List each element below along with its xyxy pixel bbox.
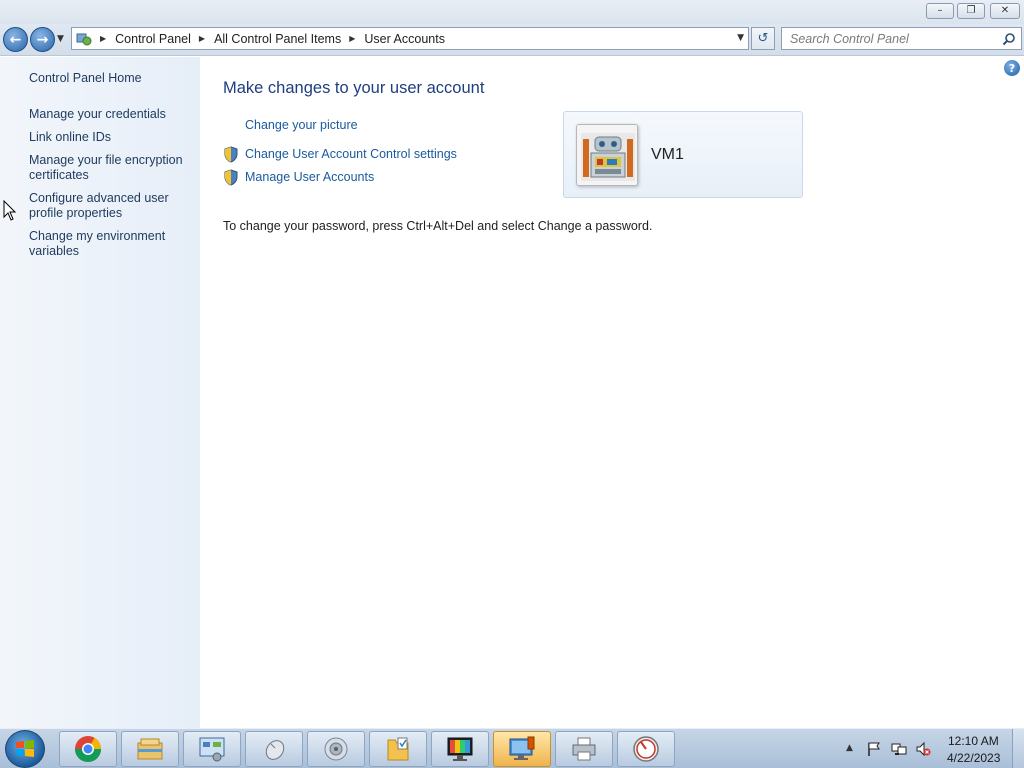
taskbar-control-panel[interactable] bbox=[183, 731, 241, 767]
show-desktop-button[interactable] bbox=[1012, 729, 1024, 768]
title-bar: – ❐ ✕ bbox=[0, 0, 1024, 24]
user-name: VM1 bbox=[651, 146, 684, 163]
user-account-card: VM1 bbox=[563, 111, 803, 198]
restore-icon: ❐ bbox=[966, 5, 976, 16]
clock-time[interactable]: 12:10 AM bbox=[948, 734, 999, 748]
start-button[interactable] bbox=[5, 730, 45, 768]
taskbar-display[interactable] bbox=[431, 731, 489, 767]
sidebar: Control Panel Home Manage your credentia… bbox=[0, 57, 200, 728]
uac-settings-link[interactable]: Change User Account Control settings bbox=[245, 147, 457, 161]
recent-pages-dropdown-icon[interactable]: ▼ bbox=[57, 34, 64, 44]
breadcrumb-separator-icon[interactable]: ▶ bbox=[349, 34, 355, 43]
sidebar-item-control-panel-home[interactable]: Control Panel Home bbox=[29, 71, 189, 86]
main-content: ? Make changes to your user account Chan… bbox=[200, 57, 1024, 728]
mouse-icon bbox=[265, 740, 285, 760]
show-hidden-icons-icon[interactable]: ▲ bbox=[846, 743, 853, 753]
forward-button[interactable]: → bbox=[30, 27, 55, 52]
folder-icon bbox=[387, 737, 409, 761]
breadcrumb-control-panel[interactable]: Control Panel bbox=[115, 32, 191, 46]
taskbar-sound[interactable] bbox=[307, 731, 365, 767]
page-title: Make changes to your user account bbox=[223, 79, 485, 97]
breadcrumb-separator-icon[interactable]: ▶ bbox=[100, 34, 106, 43]
windows-logo-icon bbox=[16, 740, 34, 757]
volume-muted-icon[interactable] bbox=[915, 741, 931, 757]
speaker-icon bbox=[324, 737, 348, 761]
close-icon: ✕ bbox=[1000, 5, 1010, 16]
taskbar-chrome[interactable] bbox=[59, 731, 117, 767]
search-box[interactable] bbox=[781, 27, 1022, 50]
address-bar[interactable]: ▶ Control Panel ▶ All Control Panel Item… bbox=[71, 27, 749, 50]
arrow-left-icon: ← bbox=[9, 31, 22, 48]
taskbar-mouse-settings[interactable] bbox=[245, 731, 303, 767]
sidebar-item-manage-credentials[interactable]: Manage your credentials bbox=[29, 107, 189, 122]
file-explorer-icon bbox=[137, 738, 163, 760]
breadcrumb-all-items[interactable]: All Control Panel Items bbox=[214, 32, 341, 46]
close-button[interactable]: ✕ bbox=[990, 3, 1020, 19]
search-icon[interactable] bbox=[1002, 32, 1016, 46]
display-icon bbox=[447, 737, 473, 761]
address-dropdown-icon[interactable]: ▼ bbox=[737, 33, 744, 43]
refresh-button[interactable]: ↺ bbox=[751, 27, 775, 50]
mouse-pointer-icon bbox=[3, 200, 17, 221]
sidebar-item-file-encryption[interactable]: Manage your file encryption certificates bbox=[29, 153, 189, 183]
refresh-icon: ↺ bbox=[757, 31, 769, 46]
navigation-bar: ← → ▼ ▶ Control Panel ▶ All Control Pane… bbox=[0, 24, 1024, 56]
back-button[interactable]: ← bbox=[3, 27, 28, 52]
uac-shield-icon bbox=[224, 146, 238, 163]
avatar[interactable] bbox=[576, 124, 638, 186]
restore-button[interactable]: ❐ bbox=[957, 3, 985, 19]
arrow-right-icon: → bbox=[36, 31, 49, 48]
minimize-button[interactable]: – bbox=[926, 3, 954, 19]
breadcrumb-user-accounts[interactable]: User Accounts bbox=[364, 32, 445, 46]
taskbar-printers[interactable] bbox=[555, 731, 613, 767]
taskbar-performance[interactable] bbox=[617, 731, 675, 767]
chrome-icon bbox=[74, 736, 102, 763]
help-icon[interactable]: ? bbox=[1004, 60, 1020, 76]
taskbar-folder[interactable] bbox=[369, 731, 427, 767]
minimize-icon: – bbox=[937, 5, 943, 16]
manage-user-accounts-link[interactable]: Manage User Accounts bbox=[245, 170, 374, 184]
password-instruction: To change your password, press Ctrl+Alt+… bbox=[223, 219, 653, 233]
sidebar-item-advanced-profile[interactable]: Configure advanced user profile properti… bbox=[29, 191, 189, 221]
gauge-icon bbox=[633, 736, 659, 762]
control-panel-icon bbox=[199, 737, 225, 762]
sidebar-item-link-online-ids[interactable]: Link online IDs bbox=[29, 130, 189, 145]
system-icon bbox=[509, 736, 535, 760]
control-panel-icon bbox=[76, 31, 92, 47]
clock-date[interactable]: 4/22/2023 bbox=[947, 751, 1000, 765]
uac-shield-icon bbox=[224, 169, 238, 186]
breadcrumb-separator-icon[interactable]: ▶ bbox=[199, 34, 205, 43]
change-picture-link[interactable]: Change your picture bbox=[245, 118, 358, 132]
sidebar-item-environment-variables[interactable]: Change my environment variables bbox=[29, 229, 189, 259]
taskbar: ▲ 12:10 AM 4/22/2023 bbox=[0, 728, 1024, 768]
taskbar-file-explorer[interactable] bbox=[121, 731, 179, 767]
printer-icon bbox=[572, 737, 596, 761]
network-icon[interactable] bbox=[891, 741, 907, 757]
search-input[interactable] bbox=[782, 28, 992, 49]
taskbar-user-accounts-window[interactable] bbox=[493, 731, 551, 767]
action-center-flag-icon[interactable] bbox=[866, 741, 882, 757]
